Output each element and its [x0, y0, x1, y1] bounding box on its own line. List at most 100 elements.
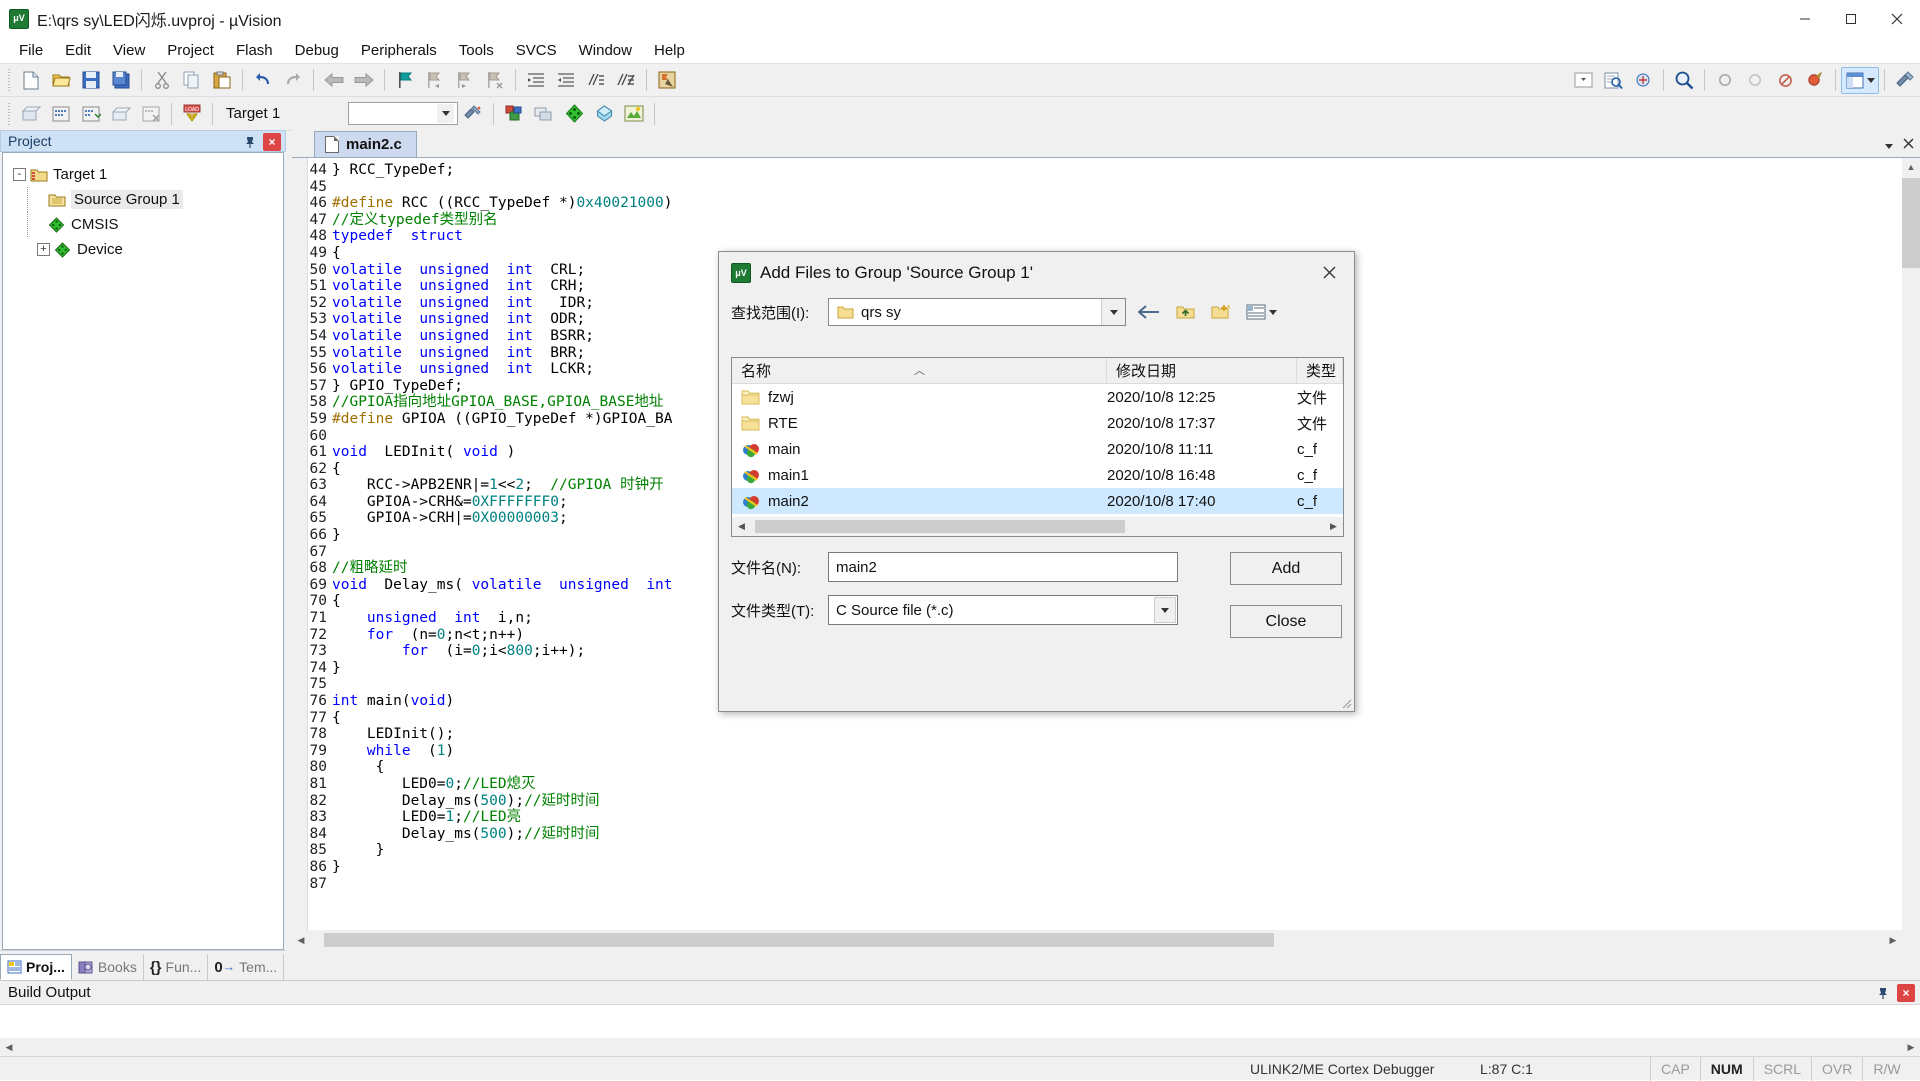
- paste-icon[interactable]: [207, 67, 237, 94]
- scroll-left-icon[interactable]: ◀: [0, 1038, 18, 1056]
- bookmark-next-icon[interactable]: [450, 67, 480, 94]
- scroll-right-icon[interactable]: ▶: [1884, 931, 1902, 949]
- bookmark-prev-icon[interactable]: [420, 67, 450, 94]
- menu-window[interactable]: Window: [568, 39, 643, 62]
- bookmark-toggle-icon[interactable]: [390, 67, 420, 94]
- navigate-forward-icon[interactable]: [349, 67, 379, 94]
- chevron-down-icon[interactable]: [1154, 597, 1176, 623]
- tree-node-device[interactable]: + Device: [3, 237, 283, 262]
- menu-debug[interactable]: Debug: [284, 39, 350, 62]
- look-in-combo[interactable]: qrs sy: [828, 298, 1126, 326]
- new-file-icon[interactable]: [16, 67, 46, 94]
- expander-icon[interactable]: +: [37, 243, 50, 256]
- code-text[interactable]: //定义typedef类型别名: [332, 212, 1920, 229]
- tab-templates[interactable]: 0 → Tem...: [208, 954, 285, 980]
- code-text[interactable]: Delay_ms(500);//延时时间: [332, 793, 1920, 810]
- column-date[interactable]: 修改日期: [1107, 357, 1297, 384]
- pin-icon[interactable]: [1874, 984, 1892, 1002]
- chevron-down-icon[interactable]: [437, 104, 455, 123]
- cut-icon[interactable]: [147, 67, 177, 94]
- breakpoint-toggle-icon[interactable]: [1740, 67, 1770, 94]
- window-layout-icon[interactable]: [1841, 66, 1879, 94]
- code-text[interactable]: Delay_ms(500);//延时时间: [332, 826, 1920, 843]
- scroll-right-icon[interactable]: ▶: [1324, 517, 1343, 536]
- code-text[interactable]: }: [332, 859, 1920, 876]
- menu-view[interactable]: View: [102, 39, 156, 62]
- bookmark-clear-icon[interactable]: [480, 67, 510, 94]
- redo-icon[interactable]: [278, 67, 308, 94]
- close-icon[interactable]: [1874, 0, 1920, 38]
- tabstrip-close-icon[interactable]: [1903, 136, 1914, 153]
- maximize-icon[interactable]: [1828, 0, 1874, 38]
- menu-flash[interactable]: Flash: [225, 39, 284, 62]
- menu-project[interactable]: Project: [156, 39, 225, 62]
- build-icon[interactable]: [46, 100, 76, 127]
- close-button[interactable]: Close: [1230, 605, 1342, 638]
- stop-build-icon[interactable]: [136, 100, 166, 127]
- file-list-row[interactable]: RTE 2020/10/8 17:37 文件: [732, 410, 1343, 436]
- navigate-back-icon[interactable]: [319, 67, 349, 94]
- file-list-row[interactable]: main1 2020/10/8 16:48 c_f: [732, 462, 1343, 488]
- menu-peripherals[interactable]: Peripherals: [350, 39, 448, 62]
- scroll-left-icon[interactable]: ◀: [292, 931, 310, 949]
- outdent-icon[interactable]: [551, 67, 581, 94]
- comment-lines-icon[interactable]: [581, 67, 611, 94]
- code-text[interactable]: LED0=0;//LED熄灭: [332, 776, 1920, 793]
- manage-targets-icon[interactable]: [458, 100, 488, 127]
- view-mode-icon[interactable]: [1244, 300, 1278, 324]
- code-text[interactable]: {: [332, 710, 1920, 727]
- build-output-hscrollbar[interactable]: ◀ ▶: [0, 1038, 1920, 1056]
- column-type[interactable]: 类型: [1297, 357, 1343, 384]
- rebuild-icon[interactable]: [76, 100, 106, 127]
- pack-installer-icon[interactable]: [589, 100, 619, 127]
- hscroll-thumb[interactable]: [755, 520, 1125, 533]
- save-icon[interactable]: [76, 67, 106, 94]
- close-icon[interactable]: [1308, 256, 1350, 288]
- code-text[interactable]: }: [332, 842, 1920, 859]
- code-text[interactable]: } RCC_TypeDef;: [332, 162, 1920, 179]
- scroll-left-icon[interactable]: ◀: [732, 517, 751, 536]
- open-file-icon[interactable]: [46, 67, 76, 94]
- add-button[interactable]: Add: [1230, 552, 1342, 585]
- file-list-row[interactable]: main2 2020/10/8 17:40 c_f: [732, 488, 1343, 514]
- cmsis-component-icon[interactable]: [559, 100, 589, 127]
- code-text[interactable]: [332, 876, 1920, 893]
- hscroll-thumb[interactable]: [324, 933, 1274, 947]
- breakpoint-insert-icon[interactable]: [1710, 67, 1740, 94]
- indent-icon[interactable]: [521, 67, 551, 94]
- toolbar-grip[interactable]: [5, 69, 13, 91]
- save-all-icon[interactable]: [106, 67, 136, 94]
- resize-grip[interactable]: [1338, 695, 1352, 709]
- configuration-wizard-icon[interactable]: [1890, 67, 1920, 94]
- code-text[interactable]: typedef struct: [332, 228, 1920, 245]
- pin-icon[interactable]: [241, 133, 259, 151]
- code-text[interactable]: #define RCC ((RCC_TypeDef *)0x40021000): [332, 195, 1920, 212]
- translate-icon[interactable]: [16, 100, 46, 127]
- menu-svcs[interactable]: SVCS: [505, 39, 568, 62]
- tree-node-source-group[interactable]: Source Group 1: [3, 187, 283, 212]
- filetype-select[interactable]: C Source file (*.c): [828, 595, 1178, 625]
- vscroll-thumb[interactable]: [1902, 178, 1920, 268]
- menu-tools[interactable]: Tools: [448, 39, 505, 62]
- uncomment-lines-icon[interactable]: [611, 67, 641, 94]
- new-folder-icon[interactable]: [1208, 300, 1234, 324]
- filename-input[interactable]: main2: [828, 552, 1178, 582]
- file-list-row[interactable]: main 2020/10/8 11:11 c_f: [732, 436, 1343, 462]
- file-list-hscrollbar[interactable]: ◀ ▶: [732, 517, 1343, 536]
- undo-icon[interactable]: [248, 67, 278, 94]
- file-list-row[interactable]: fzwj 2020/10/8 12:25 文件: [732, 384, 1343, 410]
- breakpoint-disable-icon[interactable]: [1770, 67, 1800, 94]
- batch-build-icon[interactable]: [106, 100, 136, 127]
- manage-project-items-icon[interactable]: [499, 100, 529, 127]
- breakpoint-kill-all-icon[interactable]: [1800, 67, 1830, 94]
- tab-books[interactable]: Books: [72, 954, 144, 980]
- zoom-find-icon[interactable]: [1669, 67, 1699, 94]
- back-icon[interactable]: [1136, 300, 1162, 324]
- close-icon[interactable]: ×: [263, 133, 281, 151]
- editor-vertical-scrollbar[interactable]: ▲: [1902, 158, 1920, 950]
- chevron-down-icon[interactable]: [1101, 299, 1125, 325]
- minimize-icon[interactable]: [1782, 0, 1828, 38]
- scroll-right-icon[interactable]: ▶: [1902, 1038, 1920, 1056]
- menu-help[interactable]: Help: [643, 39, 696, 62]
- close-icon[interactable]: ×: [1897, 984, 1915, 1002]
